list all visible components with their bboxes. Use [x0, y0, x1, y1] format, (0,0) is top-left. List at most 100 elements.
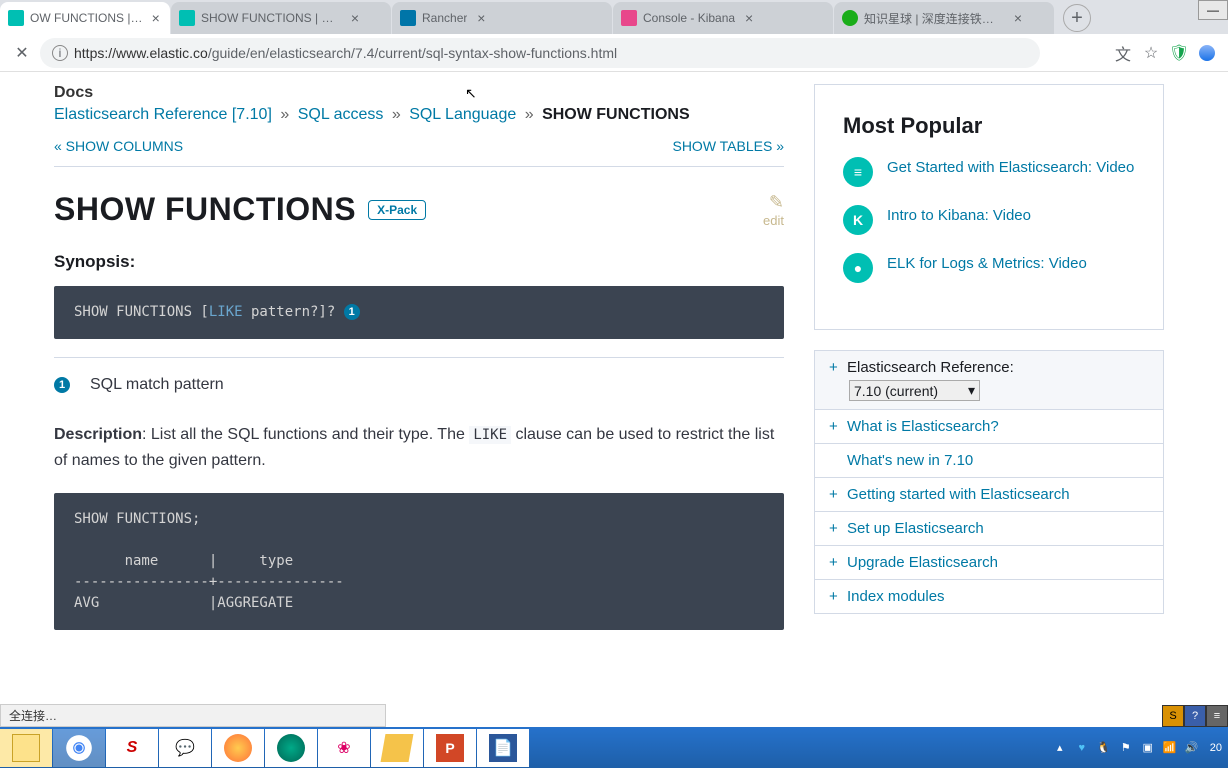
title-row: SHOW FUNCTIONS X-Pack ✎ edit: [54, 191, 784, 228]
stop-reload-icon[interactable]: ✕: [12, 43, 32, 63]
edit-link[interactable]: ✎ edit: [763, 192, 784, 228]
nav-item[interactable]: + Upgrade Elasticsearch: [815, 546, 1163, 580]
taskbar-chrome[interactable]: [53, 729, 105, 767]
nav-item-sub[interactable]: What's new in 7.10: [815, 444, 1163, 478]
version-label: 7.10 (current): [854, 383, 938, 399]
tray-icon[interactable]: ▣: [1140, 740, 1156, 756]
taskbar-app[interactable]: [371, 729, 423, 767]
breadcrumb-link[interactable]: SQL Language: [409, 106, 516, 123]
inline-code: LIKE: [469, 426, 511, 444]
logs-icon: ●: [843, 253, 873, 283]
nav-expand-icon[interactable]: +: [829, 359, 839, 376]
tab-title: Console - Kibana: [643, 11, 735, 25]
tray-chevron-icon[interactable]: ▴: [1052, 740, 1068, 756]
nav-link[interactable]: Upgrade Elasticsearch: [847, 554, 998, 571]
close-icon[interactable]: ×: [149, 10, 162, 26]
ime-sogou-icon[interactable]: S: [1162, 705, 1184, 727]
nav-expand-icon[interactable]: +: [829, 554, 839, 571]
taskbar-app[interactable]: S: [106, 729, 158, 767]
nav-link[interactable]: Getting started with Elasticsearch: [847, 486, 1070, 503]
main-column: Docs Elasticsearch Reference [7.10] » SQ…: [54, 84, 784, 727]
taskbar-app[interactable]: ❀: [318, 729, 370, 767]
pencil-icon: ✎: [763, 192, 784, 213]
shield-icon[interactable]: 🛡: [1170, 44, 1188, 62]
prev-link[interactable]: « SHOW COLUMNS: [54, 138, 183, 154]
nav-link[interactable]: What's new in 7.10: [847, 452, 973, 469]
code-block-synopsis: SHOW FUNCTIONS [LIKE pattern?]? 1: [54, 286, 784, 339]
breadcrumb-sep: »: [525, 106, 534, 123]
browser-tab-2[interactable]: SHOW FUNCTIONS | Elastics ×: [171, 2, 391, 34]
list-icon: ≡: [843, 157, 873, 187]
tab-title: Rancher: [422, 11, 467, 25]
next-link[interactable]: SHOW TABLES »: [672, 138, 784, 154]
nav-expand-icon[interactable]: +: [829, 520, 839, 537]
tray-time[interactable]: 20: [1206, 742, 1222, 754]
new-tab-button[interactable]: +: [1063, 4, 1091, 32]
nav-header: + Elasticsearch Reference: 7.10 (current…: [815, 351, 1163, 410]
callout-1-icon: 1: [344, 304, 360, 320]
close-icon[interactable]: ×: [473, 10, 489, 26]
close-icon[interactable]: ×: [1010, 10, 1026, 26]
synopsis-heading: Synopsis:: [54, 252, 784, 272]
nav-item[interactable]: + Getting started with Elasticsearch: [815, 478, 1163, 512]
taskbar-explorer[interactable]: [0, 729, 52, 767]
popular-link[interactable]: Intro to Kibana: Video: [887, 205, 1031, 226]
ime-help-icon[interactable]: ?: [1184, 705, 1206, 727]
breadcrumb-current: SHOW FUNCTIONS: [542, 106, 690, 123]
close-icon[interactable]: ×: [347, 10, 363, 26]
page-title: SHOW FUNCTIONS: [54, 191, 356, 228]
bookmark-icon[interactable]: ☆: [1142, 44, 1160, 62]
minimize-button[interactable]: —: [1198, 0, 1228, 20]
breadcrumb-link[interactable]: SQL access: [298, 106, 384, 123]
taskbar-app[interactable]: [265, 729, 317, 767]
ime-toolbar[interactable]: S ? ≡: [1162, 705, 1228, 727]
info-icon[interactable]: i: [52, 45, 68, 61]
pager: « SHOW COLUMNS SHOW TABLES »: [54, 138, 784, 167]
nav-item[interactable]: + Index modules: [815, 580, 1163, 613]
taskbar-app[interactable]: 📄: [477, 729, 529, 767]
nav-link[interactable]: Index modules: [847, 588, 945, 605]
browser-tab-1[interactable]: OW FUNCTIONS | Elastics ×: [0, 2, 170, 34]
profile-icon[interactable]: [1198, 44, 1216, 62]
tab-title: SHOW FUNCTIONS | Elastics: [201, 11, 341, 25]
url-input[interactable]: i https://www.elastic.co/guide/en/elasti…: [40, 38, 1040, 68]
toolbar-right: 文 ☆ 🛡: [1114, 44, 1216, 62]
popular-link[interactable]: Get Started with Elasticsearch: Video: [887, 157, 1134, 178]
dropdown-icon: ▾: [968, 382, 975, 399]
callout-text: SQL match pattern: [90, 376, 224, 394]
nav-header-label: Elasticsearch Reference:: [847, 359, 1014, 376]
nav-expand-icon[interactable]: +: [829, 486, 839, 503]
browser-tab-4[interactable]: Console - Kibana ×: [613, 2, 833, 34]
tray-volume-icon[interactable]: 🔊: [1184, 740, 1200, 756]
tray-shield-icon[interactable]: ♥: [1074, 740, 1090, 756]
browser-tab-3[interactable]: Rancher ×: [392, 2, 612, 34]
page-content: Docs Elasticsearch Reference [7.10] » SQ…: [0, 72, 1228, 727]
popular-link[interactable]: ELK for Logs & Metrics: Video: [887, 253, 1087, 274]
breadcrumb-sep: »: [392, 106, 401, 123]
callout-row: 1 SQL match pattern: [54, 376, 784, 394]
taskbar-wechat[interactable]: 💬: [159, 729, 211, 767]
nav-link[interactable]: What is Elasticsearch?: [847, 418, 999, 435]
breadcrumb-link[interactable]: Elasticsearch Reference [7.10]: [54, 106, 272, 123]
tab-title: 知识星球 | 深度连接铁杆粉丝: [864, 10, 1004, 27]
favicon-zhishi: [842, 10, 858, 26]
popular-item: ● ELK for Logs & Metrics: Video: [843, 253, 1135, 283]
kibana-icon: K: [843, 205, 873, 235]
tray-wifi-icon[interactable]: 📶: [1162, 740, 1178, 756]
nav-expand-icon[interactable]: +: [829, 418, 839, 435]
tray-icon[interactable]: ⚑: [1118, 740, 1134, 756]
taskbar-firefox[interactable]: [212, 729, 264, 767]
taskbar-powerpoint[interactable]: P: [424, 729, 476, 767]
nav-item[interactable]: + Set up Elasticsearch: [815, 512, 1163, 546]
nav-item[interactable]: + What is Elasticsearch?: [815, 410, 1163, 444]
nav-link[interactable]: Set up Elasticsearch: [847, 520, 984, 537]
nav-expand-icon[interactable]: +: [829, 588, 839, 605]
breadcrumb: Elasticsearch Reference [7.10] » SQL acc…: [54, 106, 784, 124]
tray-qq-icon[interactable]: 🐧: [1096, 740, 1112, 756]
desc-label: Description: [54, 426, 142, 443]
close-icon[interactable]: ×: [741, 10, 757, 26]
browser-tab-5[interactable]: 知识星球 | 深度连接铁杆粉丝 ×: [834, 2, 1054, 34]
ime-menu-icon[interactable]: ≡: [1206, 705, 1228, 727]
translate-icon[interactable]: 文: [1114, 44, 1132, 62]
version-select[interactable]: 7.10 (current) ▾: [849, 380, 980, 401]
